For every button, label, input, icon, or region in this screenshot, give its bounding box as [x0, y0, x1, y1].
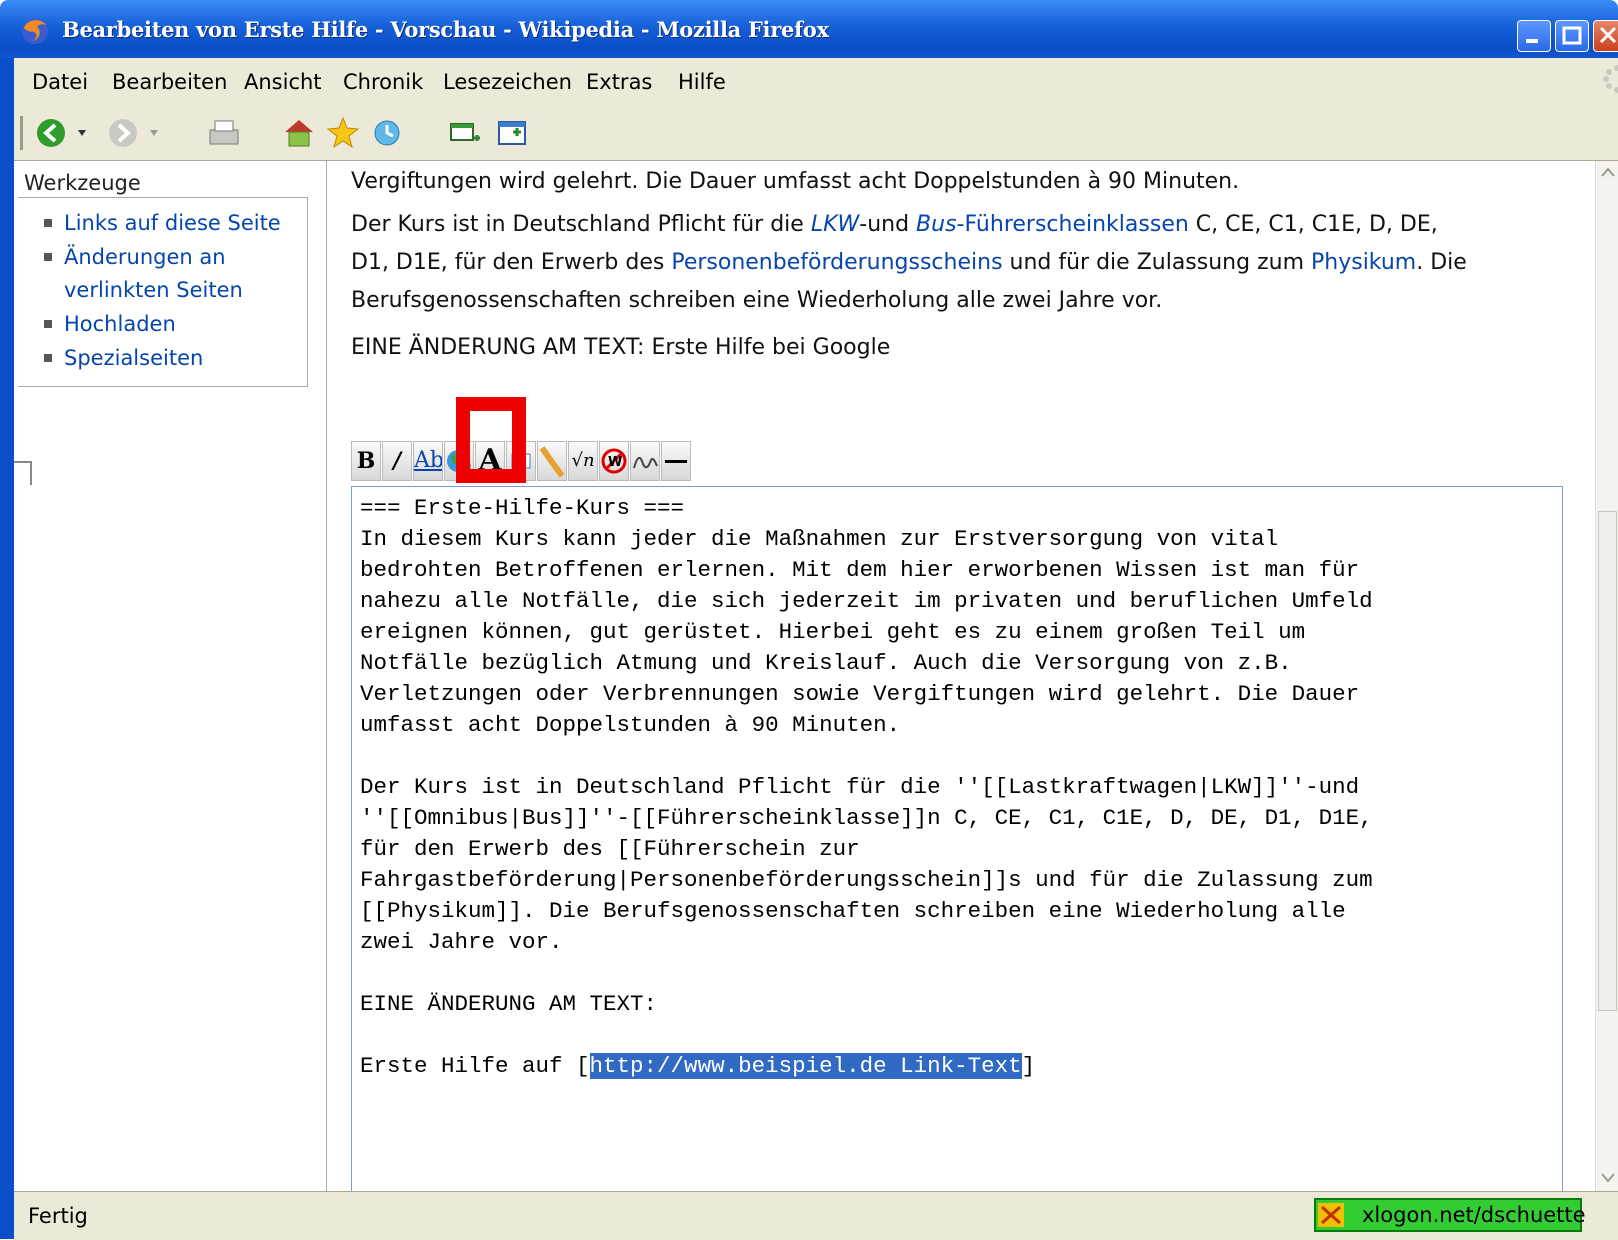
new-tab-icon[interactable]: [496, 116, 530, 150]
horizontal-line-icon[interactable]: [661, 441, 691, 481]
background-window-edge: [14, 461, 32, 485]
sidebar: Werkzeuge Links auf diese Seite Änderung…: [14, 161, 327, 1191]
menu-lesezeichen[interactable]: Lesezeichen: [443, 70, 572, 94]
xlogon-addon-button[interactable]: xlogon.net/dschuette: [1314, 1198, 1586, 1232]
new-window-icon[interactable]: [448, 116, 482, 150]
bookmark-star-icon[interactable]: [326, 116, 360, 150]
editor-selection: http://www.beispiel.de Link-Text: [589, 1053, 1022, 1079]
signature-scribble-icon: [633, 457, 658, 469]
italic-icon[interactable]: /: [382, 441, 412, 481]
media-file-icon: [539, 446, 565, 478]
menu-bearbeiten[interactable]: Bearbeiten: [112, 70, 227, 94]
media-icon[interactable]: [537, 441, 567, 481]
menu-bar: Datei Bearbeiten Ansicht Chronik Lesezei…: [14, 58, 1618, 109]
external-link-icon[interactable]: [444, 441, 474, 481]
window-left-border: [0, 58, 14, 1239]
maximize-button[interactable]: [1555, 20, 1589, 52]
link-lkw[interactable]: LKW: [811, 212, 859, 237]
bold-icon[interactable]: B: [351, 441, 381, 481]
minimize-button[interactable]: [1517, 20, 1551, 52]
preview-text: . Die: [1416, 250, 1467, 275]
status-text: Fertig: [28, 1204, 88, 1228]
wiki-edit-textarea[interactable]: === Erste-Hilfe-Kurs === In diesem Kurs …: [351, 486, 1563, 1206]
preview-text: C, CE, C1, C1E, D, DE,: [1188, 212, 1438, 237]
preview-paragraph-3: EINE ÄNDERUNG AM TEXT: Erste Hilfe bei G…: [351, 335, 891, 360]
firefox-icon: [22, 18, 48, 44]
content-area: Vergiftungen wird gelehrt. Die Dauer umf…: [327, 161, 1595, 1206]
back-icon[interactable]: [34, 116, 94, 150]
preview-text: D1, D1E, für den Erwerb des: [351, 250, 672, 275]
editor-text: === Erste-Hilfe-Kurs === In diesem Kurs …: [360, 495, 1373, 1079]
edit-toolbar: B / Ab A √n W: [351, 441, 692, 483]
history-icon[interactable]: [370, 116, 404, 150]
minimize-icon: [1526, 39, 1538, 43]
scroll-up-icon[interactable]: [1599, 165, 1617, 179]
editor-text-end: ]: [1021, 1053, 1036, 1079]
xlogon-icon: [1318, 1203, 1344, 1227]
svg-text:W: W: [608, 455, 622, 470]
menu-ansicht[interactable]: Ansicht: [244, 70, 322, 94]
print-icon[interactable]: [206, 116, 242, 150]
sidebar-item-aenderungen[interactable]: Änderungen an: [38, 240, 303, 274]
menu-chronik[interactable]: Chronik: [343, 70, 423, 94]
menu-hilfe[interactable]: Hilfe: [678, 70, 726, 94]
window-title: Bearbeiten von Erste Hilfe - Vorschau - …: [62, 17, 829, 42]
home-icon[interactable]: [282, 116, 316, 150]
globe-icon: [447, 450, 471, 475]
sidebar-item-spezialseiten[interactable]: Spezialseiten: [38, 341, 303, 375]
navigation-toolbar: [14, 108, 1618, 161]
toolbar-grip: [20, 116, 23, 150]
sidebar-heading: Werkzeuge: [24, 171, 141, 195]
tools-list: Links auf diese Seite Änderungen an verl…: [38, 206, 303, 375]
scroll-down-icon[interactable]: [1599, 1171, 1617, 1185]
menu-datei[interactable]: Datei: [32, 70, 88, 94]
forward-icon[interactable]: [106, 116, 166, 150]
maximize-icon: [1562, 26, 1582, 45]
link-bus[interactable]: Bus: [916, 212, 957, 237]
preview-text: -und: [859, 212, 917, 237]
preview-paragraph-2: Der Kurs ist in Deutschland Pflicht für …: [351, 206, 1581, 320]
throbber-icon: [1603, 65, 1618, 93]
preview-text: Berufsgenossenschaften schreiben eine Wi…: [351, 288, 1163, 313]
close-icon: [1599, 26, 1617, 44]
sidebar-item-links-auf-diese-seite[interactable]: Links auf diese Seite: [38, 206, 303, 240]
math-icon[interactable]: √n: [568, 441, 598, 481]
sidebar-item-aenderungen-cont[interactable]: verlinkten Seiten: [38, 273, 303, 307]
preview-paragraph-1: Vergiftungen wird gelehrt. Die Dauer umf…: [351, 169, 1240, 194]
link-personenbefoerderungsschein[interactable]: Personenbeförderungsscheins: [671, 250, 1002, 275]
link-fuehrerscheinklassen[interactable]: -Führerscheinklassen: [957, 212, 1189, 237]
tools-portlet: Links auf diese Seite Änderungen an verl…: [18, 197, 308, 387]
menu-extras[interactable]: Extras: [586, 70, 652, 94]
signature-icon[interactable]: [630, 441, 660, 481]
internal-link-icon[interactable]: Ab: [413, 441, 443, 481]
preview-text: und für die Zulassung zum: [1002, 250, 1311, 275]
window-titlebar[interactable]: Bearbeiten von Erste Hilfe - Vorschau - …: [0, 0, 1618, 58]
hr-icon: [665, 460, 687, 463]
link-physikum[interactable]: Physikum: [1311, 250, 1416, 275]
preview-text: Der Kurs ist in Deutschland Pflicht für …: [351, 212, 811, 237]
scrollbar-thumb[interactable]: [1598, 511, 1617, 1011]
status-bar: Fertig xlogon.net/dschuette: [14, 1191, 1618, 1240]
nowiki-icon[interactable]: W: [599, 441, 629, 481]
headline-icon[interactable]: A: [475, 441, 505, 481]
sidebar-item-hochladen[interactable]: Hochladen: [38, 307, 303, 341]
image-icon[interactable]: [506, 441, 536, 481]
vertical-scrollbar[interactable]: [1595, 161, 1618, 1191]
close-button[interactable]: [1593, 20, 1618, 52]
picture-icon: [511, 453, 531, 469]
no-wiki-icon: W: [601, 448, 627, 474]
xlogon-label: xlogon.net/dschuette: [1362, 1203, 1586, 1227]
